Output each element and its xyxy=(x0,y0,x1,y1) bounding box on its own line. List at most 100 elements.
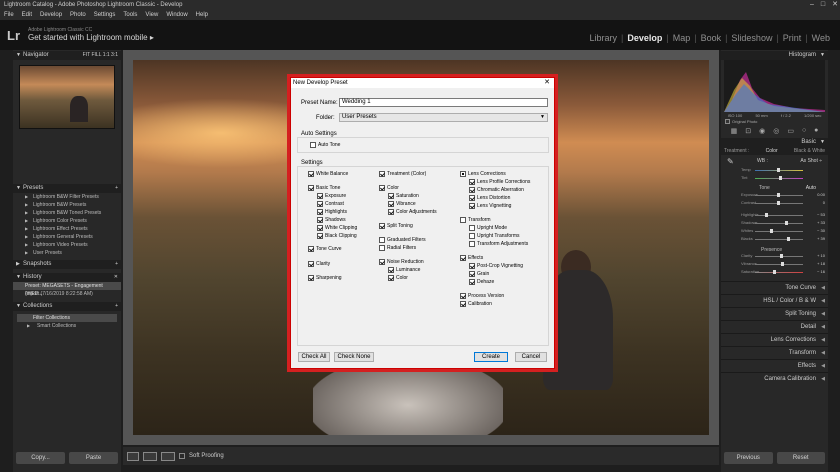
module-web[interactable]: Web xyxy=(808,33,834,43)
tint-slider[interactable]: Tint xyxy=(721,175,828,183)
module-library[interactable]: Library xyxy=(585,33,621,43)
contrast-knob[interactable] xyxy=(777,201,780,205)
menu-settings[interactable]: Settings xyxy=(94,10,116,20)
blacks-value[interactable]: + 39 xyxy=(817,236,825,241)
navigator-preview[interactable] xyxy=(19,65,115,129)
menu-edit[interactable]: Edit xyxy=(22,10,32,20)
post-crop-vignetting-checkbox[interactable]: Post-Crop Vignetting xyxy=(469,262,523,269)
upright-mode-checkbox[interactable]: Upright Mode xyxy=(469,224,507,231)
copy-button[interactable]: Copy... xyxy=(16,452,65,464)
vibrance-knob[interactable] xyxy=(781,262,784,266)
mobile-tagline[interactable]: Get started with Lightroom mobile ▸ xyxy=(28,33,154,42)
highlights-value[interactable]: − 53 xyxy=(817,212,825,217)
saturation-slider[interactable]: Saturation − 16 xyxy=(721,269,828,277)
exposure-slider[interactable]: Exposure 0.00 xyxy=(721,192,828,200)
crop-tool-icon[interactable]: ⊡ xyxy=(745,127,751,135)
minimize-icon[interactable]: – xyxy=(810,0,814,10)
section-lens-corrections[interactable]: Lens Corrections ◀ xyxy=(721,333,828,346)
vibrance-value[interactable]: + 18 xyxy=(817,261,825,266)
zoom-1-1[interactable]: 1:1 xyxy=(103,52,110,58)
noise-reduction-checkbox[interactable]: Noise Reduction xyxy=(379,258,424,265)
add-preset-icon[interactable]: + xyxy=(115,184,118,193)
section-camera-calibration[interactable]: Camera Calibration ◀ xyxy=(721,372,828,385)
module-print[interactable]: Print xyxy=(779,33,806,43)
red-eye-icon[interactable]: ◎ xyxy=(773,127,779,135)
module-develop[interactable]: Develop xyxy=(623,33,666,43)
section-transform[interactable]: Transform ◀ xyxy=(721,346,828,359)
menu-file[interactable]: File xyxy=(4,10,14,20)
preset-folder[interactable]: ▶ Lightroom B&W Presets xyxy=(13,201,121,209)
section-tone-curve[interactable]: Tone Curve ◀ xyxy=(721,281,828,294)
spot-removal-icon[interactable]: ◉ xyxy=(759,127,765,135)
white-balance-checkbox[interactable]: White Balance xyxy=(308,170,348,177)
lens-profile-corrections-checkbox[interactable]: Lens Profile Corrections xyxy=(469,178,530,185)
process-version-checkbox[interactable]: Process Version xyxy=(460,292,504,299)
section-split-toning[interactable]: Split Toning ◀ xyxy=(721,307,828,320)
transform-checkbox[interactable]: Transform xyxy=(460,216,491,223)
calibration-checkbox[interactable]: Calibration xyxy=(460,300,492,307)
white-clipping-checkbox[interactable]: White Clipping xyxy=(317,224,357,231)
dehaze-checkbox[interactable]: Dehaze xyxy=(469,278,494,285)
saturation-checkbox[interactable]: Saturation xyxy=(388,192,419,199)
blacks-slider[interactable]: Blacks + 39 xyxy=(721,236,828,244)
transform-adjustments-checkbox[interactable]: Transform Adjustments xyxy=(469,240,528,247)
soft-proofing-checkbox[interactable] xyxy=(179,453,185,459)
blacks-knob[interactable] xyxy=(787,237,790,241)
highlights-slider[interactable]: Highlights − 53 xyxy=(721,212,828,220)
effects-checkbox[interactable]: Effects xyxy=(460,254,483,261)
treatment-bw[interactable]: Black & White xyxy=(794,148,825,154)
exposure-checkbox[interactable]: Exposure xyxy=(317,192,346,199)
saturation-value[interactable]: − 16 xyxy=(817,269,825,274)
section-effects[interactable]: Effects ◀ xyxy=(721,359,828,372)
add-collection-icon[interactable]: + xyxy=(115,302,118,311)
grain-checkbox[interactable]: Grain xyxy=(469,270,489,277)
contrast-checkbox[interactable]: Contrast xyxy=(317,200,344,207)
shadows-slider[interactable]: Shadows + 33 xyxy=(721,220,828,228)
presets-header[interactable]: ▼ Presets + xyxy=(13,184,121,193)
adjustment-brush-icon[interactable]: ● xyxy=(814,127,818,135)
check-all-button[interactable]: Check All xyxy=(298,352,330,362)
clarity-knob[interactable] xyxy=(780,254,783,258)
tone-curve-checkbox[interactable]: Tone Curve xyxy=(308,245,342,252)
basic-header[interactable]: Basic ▼ xyxy=(721,138,828,147)
menu-photo[interactable]: Photo xyxy=(70,10,86,20)
shadows-knob[interactable] xyxy=(785,221,788,225)
saturation-knob[interactable] xyxy=(773,270,776,274)
whites-value[interactable]: − 30 xyxy=(817,228,825,233)
lens-distortion-checkbox[interactable]: Lens Distortion xyxy=(469,194,510,201)
upright-transforms-checkbox[interactable]: Upright Transforms xyxy=(469,232,520,239)
clarity-checkbox[interactable]: Clarity xyxy=(308,260,330,267)
clear-history-icon[interactable]: ✕ xyxy=(114,273,118,282)
preset-folder[interactable]: ▶ User Presets xyxy=(13,249,121,257)
wb-eyedropper-icon[interactable]: ✎ xyxy=(727,157,734,166)
zoom-fill[interactable]: FILL xyxy=(91,52,101,58)
split-toning-checkbox[interactable]: Split Toning xyxy=(379,222,413,229)
radial-filter-icon[interactable]: ○ xyxy=(802,127,806,135)
menu-tools[interactable]: Tools xyxy=(123,10,137,20)
shadows-checkbox[interactable]: Shadows xyxy=(317,216,346,223)
previous-button[interactable]: Previous xyxy=(724,452,773,464)
treatment-color[interactable]: Color xyxy=(766,148,778,154)
smart-collections[interactable]: ▶ Smart Collections xyxy=(13,322,121,330)
color-adjustments-checkbox[interactable]: Color Adjustments xyxy=(388,208,437,215)
section-detail[interactable]: Detail ◀ xyxy=(721,320,828,333)
chromatic-aberration-checkbox[interactable]: Chromatic Aberration xyxy=(469,186,524,193)
cancel-button[interactable]: Cancel xyxy=(515,352,547,362)
snapshots-header[interactable]: ▶ Snapshots + xyxy=(13,260,121,269)
navigator-header[interactable]: ▼ Navigator FIT FILL 1:1 3:1 xyxy=(13,51,121,60)
wb-select[interactable]: As Shot ÷ xyxy=(800,158,822,164)
preset-folder[interactable]: ▶ Lightroom B&W Filter Presets xyxy=(13,193,121,201)
zoom-3-1[interactable]: 3:1 xyxy=(111,52,118,58)
temp-knob[interactable] xyxy=(777,168,780,172)
folder-select[interactable]: User Presets ▼ xyxy=(339,113,548,122)
highlights-checkbox[interactable]: Highlights xyxy=(317,208,347,215)
clarity-slider[interactable]: Clarity + 10 xyxy=(721,253,828,261)
original-photo-checkbox[interactable] xyxy=(725,119,730,124)
reset-button[interactable]: Reset xyxy=(776,452,825,464)
menu-view[interactable]: View xyxy=(145,10,158,20)
close-icon[interactable]: ✕ xyxy=(832,0,838,10)
exposure-value[interactable]: 0.00 xyxy=(817,192,825,197)
preset-folder[interactable]: ▶ Lightroom Effect Presets xyxy=(13,225,121,233)
history-item[interactable]: Import (7/16/2019 8:22:58 AM) xyxy=(13,290,121,298)
vibrance-checkbox[interactable]: Vibrance xyxy=(388,200,416,207)
